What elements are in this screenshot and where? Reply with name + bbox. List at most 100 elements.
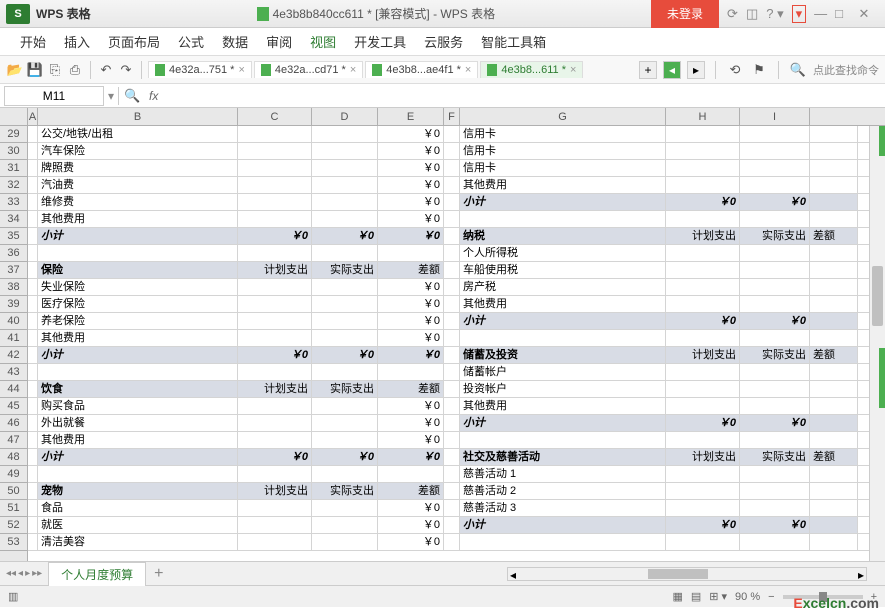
view-normal-icon[interactable]: ▦ xyxy=(672,590,682,603)
tab-close-icon[interactable]: × xyxy=(238,64,244,76)
caret-icon[interactable]: ▾ xyxy=(792,5,807,23)
col-header-F[interactable]: F xyxy=(444,108,460,125)
cell[interactable] xyxy=(444,517,460,533)
cell[interactable]: 差额 xyxy=(378,381,444,397)
cell[interactable]: 实际支出 xyxy=(740,347,810,363)
cell[interactable] xyxy=(312,143,378,159)
cell[interactable] xyxy=(444,381,460,397)
cell[interactable] xyxy=(28,211,38,227)
cell[interactable]: 车船使用税 xyxy=(460,262,666,278)
row-header[interactable]: 32 xyxy=(0,177,27,194)
cell[interactable]: 计划支出 xyxy=(666,347,740,363)
cell[interactable] xyxy=(444,279,460,295)
cell[interactable] xyxy=(444,211,460,227)
cell[interactable] xyxy=(444,347,460,363)
menu-3[interactable]: 公式 xyxy=(178,32,204,51)
maximize-button[interactable]: □ xyxy=(835,6,843,21)
menu-7[interactable]: 开发工具 xyxy=(354,32,406,51)
vscroll-thumb[interactable] xyxy=(872,266,883,326)
search-icon[interactable]: 🔍 xyxy=(789,61,807,79)
cell[interactable]: 小计 xyxy=(460,415,666,431)
cell[interactable]: 小计 xyxy=(460,313,666,329)
cell[interactable] xyxy=(312,211,378,227)
row-header[interactable]: 51 xyxy=(0,500,27,517)
cell[interactable] xyxy=(810,245,858,261)
cell[interactable]: 就医 xyxy=(38,517,238,533)
row-header[interactable]: 43 xyxy=(0,364,27,381)
cell[interactable] xyxy=(810,330,858,346)
cell[interactable]: 小计 xyxy=(38,347,238,363)
search-hint[interactable]: 点此查找命令 xyxy=(813,62,879,78)
col-header-D[interactable]: D xyxy=(312,108,378,125)
col-header-H[interactable]: H xyxy=(666,108,740,125)
cell[interactable]: ￥0 xyxy=(666,415,740,431)
cell[interactable]: ￥0 xyxy=(666,194,740,210)
cell[interactable]: ￥0 xyxy=(378,296,444,312)
cell[interactable] xyxy=(28,313,38,329)
cell[interactable]: 小计 xyxy=(460,194,666,210)
grid-cells[interactable]: 公交/地铁/出租￥0信用卡汽车保险￥0信用卡牌照费￥0信用卡汽油费￥0其他费用维… xyxy=(28,126,885,551)
cell[interactable] xyxy=(238,279,312,295)
cell[interactable] xyxy=(444,245,460,261)
cell[interactable] xyxy=(444,313,460,329)
col-header-A[interactable]: A xyxy=(28,108,38,125)
cell[interactable] xyxy=(312,126,378,142)
tab-close-icon[interactable]: × xyxy=(465,64,471,76)
cell[interactable]: 慈善活动 1 xyxy=(460,466,666,482)
menu-1[interactable]: 插入 xyxy=(64,32,90,51)
cell[interactable] xyxy=(740,381,810,397)
row-header[interactable]: 41 xyxy=(0,330,27,347)
cell[interactable] xyxy=(28,194,38,210)
sheet-prev-icon[interactable]: ◂ xyxy=(18,568,23,579)
cell[interactable] xyxy=(444,160,460,176)
menu-6[interactable]: 视图 xyxy=(310,32,336,51)
cell[interactable]: ￥0 xyxy=(378,211,444,227)
row-header[interactable]: 47 xyxy=(0,432,27,449)
redo-icon[interactable]: ↷ xyxy=(117,61,135,79)
cell[interactable]: ￥0 xyxy=(238,228,312,244)
col-header-G[interactable]: G xyxy=(460,108,666,125)
cell[interactable] xyxy=(28,177,38,193)
cell[interactable]: ￥0 xyxy=(740,415,810,431)
cell[interactable] xyxy=(810,262,858,278)
cell[interactable] xyxy=(238,194,312,210)
cell[interactable] xyxy=(810,313,858,329)
copy-icon[interactable]: ⎘ xyxy=(46,61,64,79)
cell[interactable]: ￥0 xyxy=(666,517,740,533)
row-header[interactable]: 39 xyxy=(0,296,27,313)
menu-8[interactable]: 云服务 xyxy=(424,32,463,51)
doc-tab-1[interactable]: 4e32a...cd71 *× xyxy=(254,61,363,78)
view-break-icon[interactable]: ⊞ ▾ xyxy=(709,590,727,603)
cell[interactable]: 其他费用 xyxy=(460,296,666,312)
horizontal-scrollbar[interactable]: ◂ ▸ xyxy=(507,567,867,581)
cell[interactable]: 差额 xyxy=(378,483,444,499)
cell[interactable]: ￥0 xyxy=(378,347,444,363)
cell[interactable] xyxy=(238,500,312,516)
cell[interactable] xyxy=(740,143,810,159)
cell[interactable] xyxy=(666,279,740,295)
cell[interactable] xyxy=(810,517,858,533)
cell[interactable] xyxy=(740,245,810,261)
cell[interactable]: 差额 xyxy=(378,262,444,278)
cell[interactable]: 小计 xyxy=(38,228,238,244)
cell[interactable]: ￥0 xyxy=(378,313,444,329)
sheet-tab-active[interactable]: 个人月度预算 xyxy=(48,562,146,586)
cell[interactable]: 公交/地铁/出租 xyxy=(38,126,238,142)
fx-search-icon[interactable]: 🔍 xyxy=(123,87,141,105)
row-header[interactable]: 46 xyxy=(0,415,27,432)
cell[interactable]: ￥0 xyxy=(740,194,810,210)
cell[interactable] xyxy=(666,500,740,516)
cell[interactable]: ￥0 xyxy=(378,500,444,516)
cell[interactable] xyxy=(444,483,460,499)
cell[interactable]: 实际支出 xyxy=(740,449,810,465)
cell[interactable]: 保险 xyxy=(38,262,238,278)
cell[interactable] xyxy=(378,245,444,261)
cell[interactable]: 其他费用 xyxy=(38,330,238,346)
cell[interactable] xyxy=(810,143,858,159)
cell[interactable] xyxy=(444,415,460,431)
cell[interactable] xyxy=(740,330,810,346)
tab-close-icon[interactable]: × xyxy=(350,64,356,76)
cell[interactable]: 实际支出 xyxy=(312,381,378,397)
cell[interactable] xyxy=(666,483,740,499)
cell[interactable] xyxy=(28,449,38,465)
